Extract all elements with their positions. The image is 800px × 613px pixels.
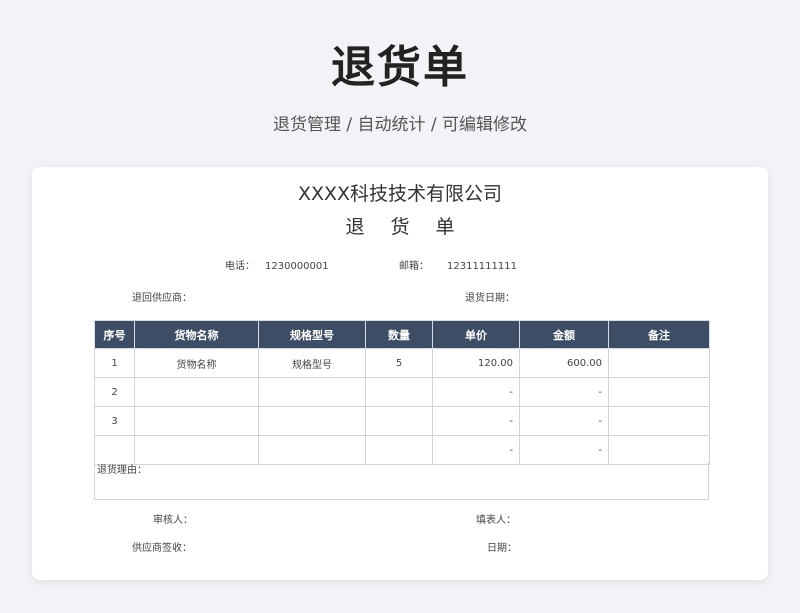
return-reason-box[interactable]: 退货理由： xyxy=(94,462,709,500)
cell-remark[interactable] xyxy=(608,406,710,436)
cell-spec[interactable] xyxy=(258,377,366,407)
cell-amount[interactable]: 600.00 xyxy=(519,348,609,378)
date-label: 日期： xyxy=(487,543,517,554)
table-row: 2 - - xyxy=(94,377,710,407)
cell-unit-price[interactable]: - xyxy=(432,377,520,407)
cell-index[interactable]: 3 xyxy=(94,406,135,436)
cell-goods-name[interactable] xyxy=(134,435,259,465)
cell-goods-name[interactable] xyxy=(134,406,259,436)
cell-amount[interactable]: - xyxy=(519,377,609,407)
supplier-label: 退回供应商： xyxy=(132,293,192,304)
cell-amount[interactable]: - xyxy=(519,435,609,465)
header-unit-price: 单价 xyxy=(432,320,520,349)
cell-quantity[interactable] xyxy=(365,406,433,436)
document-title: 退货单 xyxy=(345,216,481,238)
cell-spec[interactable] xyxy=(258,406,366,436)
header-goods-name: 货物名称 xyxy=(134,320,259,349)
supplier-sign-label: 供应商签收： xyxy=(132,543,192,554)
cell-quantity[interactable]: 5 xyxy=(365,348,433,378)
email-label: 邮箱： xyxy=(399,261,429,272)
phone-value: 1230000001 xyxy=(265,261,329,272)
filler-label: 填表人： xyxy=(476,515,516,526)
email-value: 12311111111 xyxy=(447,261,517,272)
cell-quantity[interactable] xyxy=(365,377,433,407)
cell-goods-name[interactable] xyxy=(134,377,259,407)
company-name: XXXX科技技术有限公司 xyxy=(297,183,503,205)
cell-spec[interactable]: 规格型号 xyxy=(258,348,366,378)
cell-remark[interactable] xyxy=(608,377,710,407)
reviewer-label: 审核人： xyxy=(153,515,193,526)
cell-index[interactable]: 1 xyxy=(94,348,135,378)
table-header-row: 序号 货物名称 规格型号 数量 单价 金额 备注 xyxy=(94,320,710,349)
cell-index[interactable]: 2 xyxy=(94,377,135,407)
cell-remark[interactable] xyxy=(608,348,710,378)
phone-field: 电话： 1230000001 xyxy=(225,260,329,274)
cell-amount[interactable]: - xyxy=(519,406,609,436)
cell-quantity[interactable] xyxy=(365,435,433,465)
document-card: XXXX科技技术有限公司 退货单 电话： 1230000001 邮箱： 123111… xyxy=(32,167,768,580)
header-quantity: 数量 xyxy=(365,320,433,349)
cell-unit-price[interactable]: 120.00 xyxy=(432,348,520,378)
return-date-label: 退货日期： xyxy=(465,293,515,304)
return-reason-label: 退货理由： xyxy=(97,465,147,476)
cell-spec[interactable] xyxy=(258,435,366,465)
cell-index[interactable] xyxy=(94,435,135,465)
header-index: 序号 xyxy=(94,320,135,349)
hero-title: 退货单 xyxy=(331,42,469,93)
header-amount: 金额 xyxy=(519,320,609,349)
phone-label: 电话： xyxy=(225,261,255,272)
goods-table: 序号 货物名称 规格型号 数量 单价 金额 备注 1 货物名称 规格型号 5 1… xyxy=(94,320,710,465)
cell-goods-name[interactable]: 货物名称 xyxy=(134,348,259,378)
cell-unit-price[interactable]: - xyxy=(432,435,520,465)
header-remark: 备注 xyxy=(608,320,710,349)
email-field: 邮箱： 12311111111 xyxy=(399,260,517,274)
header-spec: 规格型号 xyxy=(258,320,366,349)
cell-unit-price[interactable]: - xyxy=(432,406,520,436)
table-row: 1 货物名称 规格型号 5 120.00 600.00 xyxy=(94,348,710,378)
hero-subtitle: 退货管理 / 自动统计 / 可编辑修改 xyxy=(272,115,528,135)
table-row: 3 - - xyxy=(94,406,710,436)
table-row: - - xyxy=(94,435,710,465)
cell-remark[interactable] xyxy=(608,435,710,465)
